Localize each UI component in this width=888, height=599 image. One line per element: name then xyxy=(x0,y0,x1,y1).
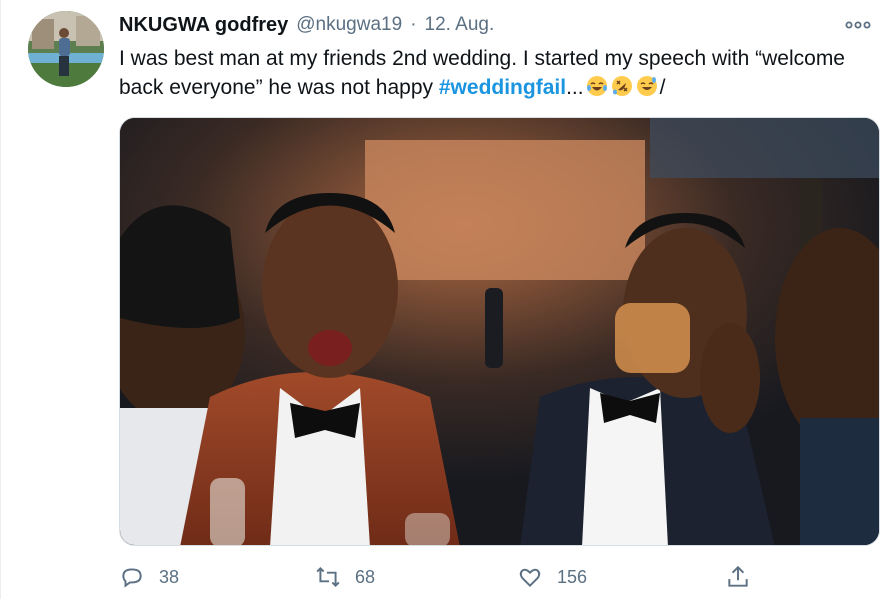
sweat-smile-emoji-icon xyxy=(636,76,657,96)
avatar[interactable] xyxy=(28,11,104,87)
author-name[interactable]: NKUGWA godfrey xyxy=(119,14,288,37)
hashtag-link[interactable]: #weddingfail xyxy=(439,76,566,99)
rolling-laughing-emoji-icon xyxy=(611,76,632,96)
retweet-button[interactable]: 68 xyxy=(315,560,375,594)
tweet-header: NKUGWA godfrey @nkugwa19 · 12. Aug. xyxy=(119,12,868,38)
tweet-actions: 38 68 156 xyxy=(119,560,769,594)
photo-image xyxy=(120,118,879,545)
tears-of-joy-emoji-icon xyxy=(586,76,607,96)
avatar-image xyxy=(28,11,104,87)
tweet-photo[interactable] xyxy=(119,117,880,546)
tweet-card[interactable]: NKUGWA godfrey @nkugwa19 · 12. Aug. I wa… xyxy=(0,0,888,599)
retweet-count: 68 xyxy=(355,566,376,587)
ellipsis-text: ... xyxy=(566,76,584,99)
more-dots-icon xyxy=(845,21,871,29)
author-handle[interactable]: @nkugwa19 xyxy=(296,14,402,36)
reply-button[interactable]: 38 xyxy=(119,560,179,594)
emoji-group xyxy=(586,75,658,97)
tweet-date[interactable]: 12. Aug. xyxy=(425,14,495,36)
heart-icon xyxy=(519,568,541,588)
share-icon xyxy=(728,565,748,587)
like-button[interactable]: 156 xyxy=(517,560,587,594)
like-count: 156 xyxy=(557,566,588,587)
separator-dot: · xyxy=(410,14,417,35)
share-button[interactable] xyxy=(725,560,751,594)
retweet-icon xyxy=(316,566,340,588)
text-suffix: / xyxy=(659,76,666,99)
tweet-text: I was best man at my friends 2nd wedding… xyxy=(119,44,859,102)
reply-count: 38 xyxy=(159,566,180,587)
more-options-button[interactable] xyxy=(840,10,876,40)
reply-icon xyxy=(122,568,142,588)
